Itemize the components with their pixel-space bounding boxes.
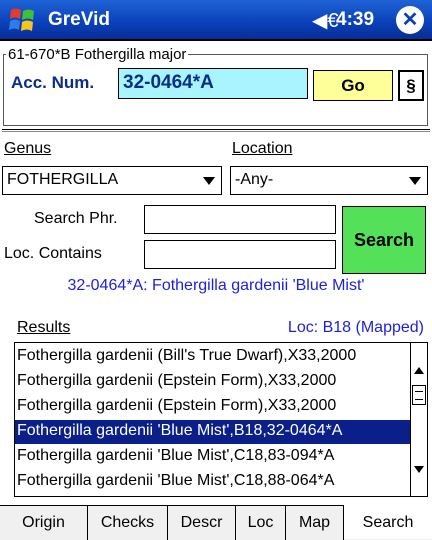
tab-descr[interactable]: Descr [168,506,236,540]
chevron-down-icon [203,177,215,185]
scroll-thumb[interactable] [412,385,426,405]
scroll-down-arrow-icon[interactable] [411,461,427,479]
record-group-title: 61-670*B Fothergilla major [6,46,189,63]
scroll-up-arrow-icon[interactable] [411,361,427,379]
tab-checks[interactable]: Checks [88,506,168,540]
location-dropdown[interactable]: -Any- [230,166,428,195]
tab-origin[interactable]: Origin [0,506,88,540]
search-phrase-input[interactable] [144,205,336,234]
results-list[interactable]: Fothergilla gardenii (Bill's True Dwarf)… [14,342,428,497]
results-scrollbar[interactable] [410,343,427,496]
list-item-selected[interactable]: Fothergilla gardenii 'Blue Mist',B18,32-… [15,420,411,444]
tab-loc[interactable]: Loc [236,506,286,540]
acc-num-label: Acc. Num. [11,73,95,92]
loc-contains-label: Loc. Contains [4,245,102,262]
title-bar: GreVid ◀€ 4:39 ✕ [0,0,432,41]
list-item[interactable]: Fothergilla gardenii (Bill's True Dwarf)… [15,345,411,369]
chevron-down-icon [409,177,421,185]
tab-map[interactable]: Map [286,506,344,540]
section-button[interactable]: § [398,70,424,101]
genus-label: Genus [4,140,52,157]
tab-search[interactable]: Search [344,505,432,539]
list-item[interactable]: Fothergilla gardenii (Epstein Form),X33,… [15,395,411,419]
list-item[interactable]: Fothergilla gardenii 'Blue Mist',C18,88-… [15,470,411,494]
volume-icon[interactable]: ◀€ [312,8,339,33]
go-button[interactable]: Go [313,70,393,101]
genus-value: FOTHERGILLA [7,171,119,188]
location-value: -Any- [235,171,274,188]
tab-bar: Origin Checks Descr Loc Map Search [0,505,432,540]
genus-dropdown[interactable]: FOTHERGILLA [2,166,222,195]
selected-record-info: 32-0464*A: Fothergilla gardenii 'Blue Mi… [67,277,365,294]
location-label: Location [232,140,293,157]
app-title: GreVid [48,9,110,30]
location-info: Loc: B18 (Mapped) [287,319,424,336]
search-phrase-label: Search Phr. [34,210,118,227]
loc-contains-input[interactable] [144,240,336,269]
separator [2,129,430,132]
windows-start-icon[interactable] [8,6,38,34]
clock[interactable]: 4:39 [336,9,374,31]
acc-num-input[interactable]: 32-0464*A [118,68,308,99]
list-item[interactable]: Fothergilla gardenii (Epstein Form),X33,… [15,370,411,394]
search-button[interactable]: Search [342,206,426,274]
results-label: Results [17,319,71,336]
close-button[interactable]: ✕ [396,6,424,34]
list-item[interactable]: Fothergilla gardenii 'Blue Mist',C18,83-… [15,445,411,469]
